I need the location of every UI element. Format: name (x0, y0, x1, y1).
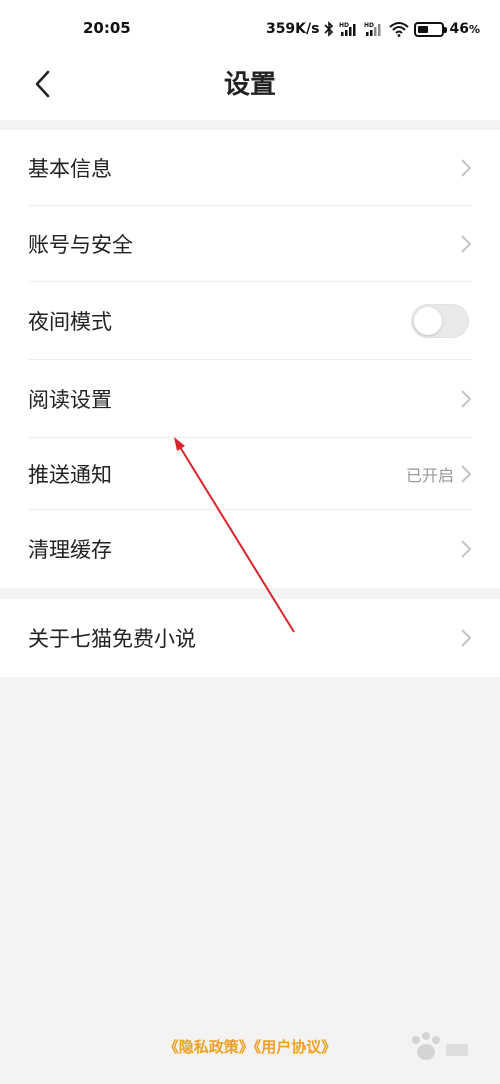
network-speed: 359K/s (265, 21, 320, 37)
chevron-right-icon (461, 390, 472, 408)
settings-item-label: 阅读设置 (28, 388, 112, 412)
settings-item-reading-settings[interactable]: 阅读设置 (0, 360, 500, 438)
settings-item-basic-info[interactable]: 基本信息 (0, 130, 500, 206)
settings-item-night-mode: 夜间模式 (0, 282, 500, 360)
battery-icon (414, 21, 448, 37)
status-bar: 20:05 359K/s HD HD 46% (0, 0, 500, 58)
bluetooth-icon (324, 21, 334, 37)
user-agreement-link[interactable]: 《用户协议》 (254, 1038, 337, 1056)
settings-page: 20:05 359K/s HD HD 46% 设置 基本信息 账号与安全 夜间模… (0, 0, 500, 1084)
chevron-right-icon (461, 540, 472, 558)
wifi-icon (389, 21, 410, 37)
chevron-right-icon (461, 235, 472, 253)
settings-item-account-security[interactable]: 账号与安全 (0, 206, 500, 282)
chevron-right-icon (461, 159, 472, 177)
chevron-right-icon (461, 465, 472, 483)
svg-text:HD: HD (339, 22, 349, 29)
toggle-knob (414, 307, 442, 335)
settings-item-label: 夜间模式 (28, 310, 112, 334)
app-header: 设置 (0, 58, 500, 120)
battery-level (418, 25, 429, 33)
settings-item-label: 账号与安全 (28, 233, 133, 257)
signal-hd-icon: HD (339, 21, 359, 37)
settings-item-label: 清理缓存 (28, 538, 112, 562)
status-indicators: 359K/s HD HD 46% (266, 18, 480, 40)
page-title: 设置 (223, 70, 276, 100)
watermark-logo-icon (412, 1032, 468, 1060)
chevron-right-icon (461, 629, 472, 647)
settings-item-label: 基本信息 (28, 157, 112, 181)
settings-item-label: 关于七猫免费小说 (28, 627, 196, 651)
svg-text:HD: HD (364, 22, 374, 29)
settings-item-label: 推送通知 (28, 463, 112, 487)
settings-item-clear-cache[interactable]: 清理缓存 (0, 510, 500, 588)
privacy-policy-link[interactable]: 《隐私政策》 (164, 1038, 254, 1056)
settings-group-1: 基本信息 账号与安全 夜间模式 阅读设置 推送通知 已开启 清理缓存 (0, 130, 500, 588)
battery-percent: 46% (449, 21, 480, 37)
settings-group-2: 关于七猫免费小说 (0, 599, 500, 677)
settings-item-push-notifications[interactable]: 推送通知 已开启 (0, 438, 500, 510)
settings-item-about[interactable]: 关于七猫免费小说 (0, 599, 500, 677)
signal-hd-icon: HD (364, 21, 384, 37)
night-mode-toggle[interactable] (411, 304, 469, 338)
push-status: 已开启 (405, 466, 454, 485)
status-time: 20:05 (83, 19, 131, 37)
